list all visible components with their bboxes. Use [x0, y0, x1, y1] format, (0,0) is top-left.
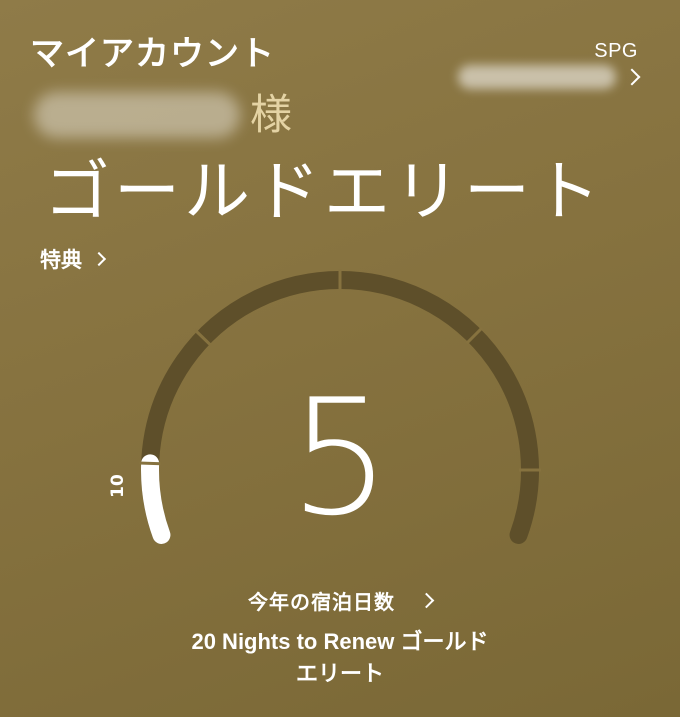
- renew-message: 20 Nights to Renew ゴールド エリート: [0, 626, 680, 690]
- chevron-right-icon: [418, 592, 435, 609]
- gauge-progress: [141, 454, 171, 544]
- gauge-divider: [139, 461, 162, 466]
- milestone-label: 10: [107, 474, 128, 498]
- renew-line-1: 20 Nights to Renew ゴールド: [191, 629, 489, 654]
- nights-this-year-link[interactable]: 今年の宿泊日数: [0, 586, 680, 615]
- nights-count: 5: [289, 364, 391, 551]
- nights-this-year-label: 今年の宿泊日数: [248, 590, 395, 614]
- renew-line-2: エリート: [295, 661, 384, 686]
